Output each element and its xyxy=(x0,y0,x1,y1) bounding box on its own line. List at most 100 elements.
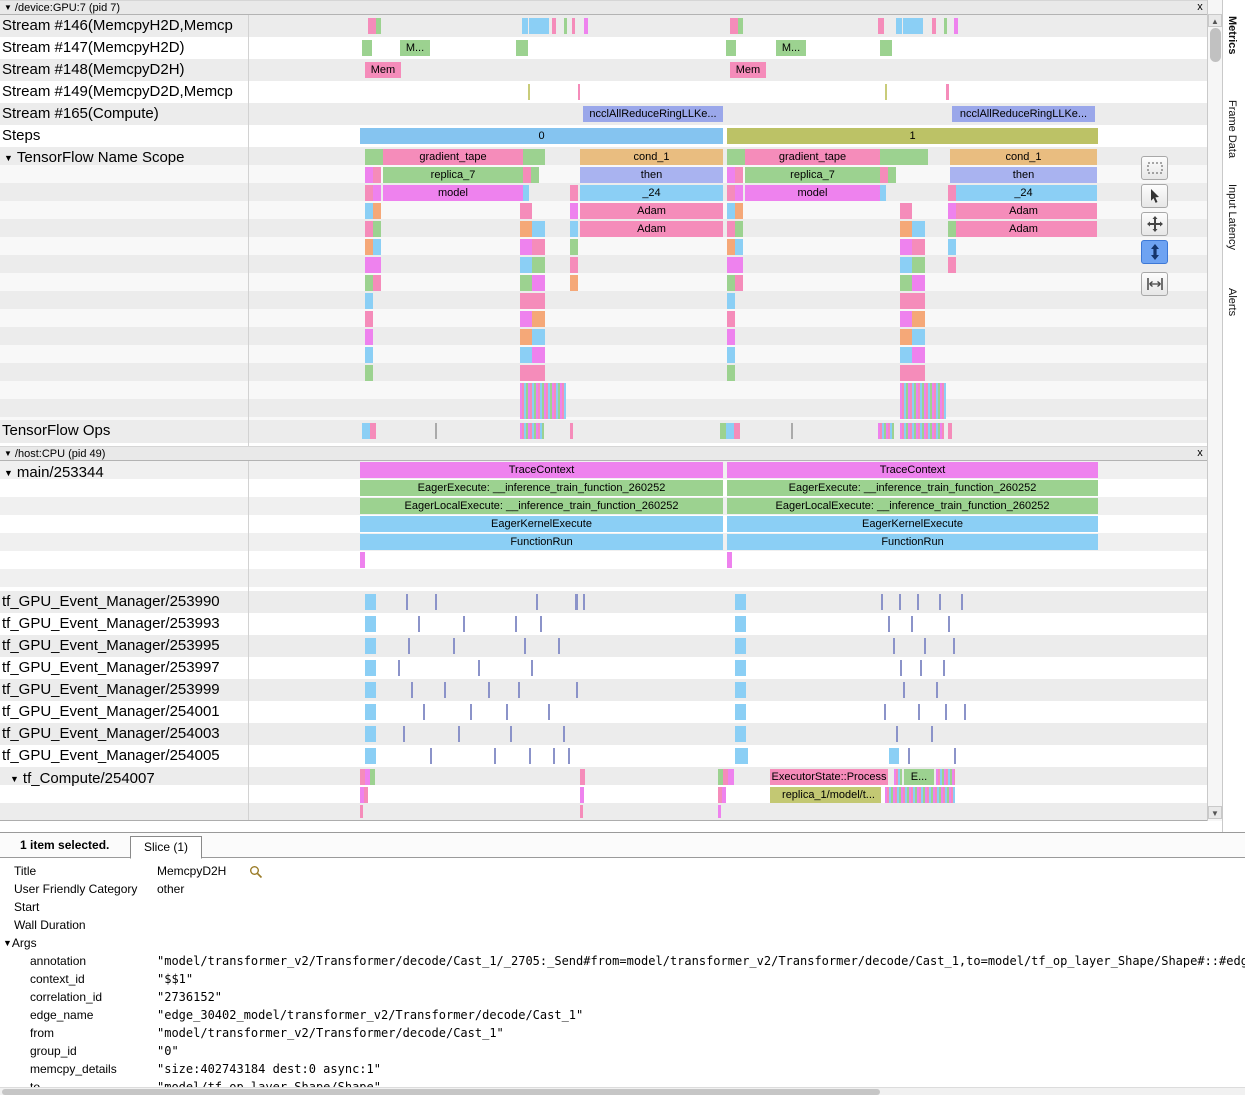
trace-slice-small[interactable] xyxy=(373,275,381,291)
trace-slice-small[interactable] xyxy=(964,704,966,720)
trace-slice-small[interactable] xyxy=(365,329,373,345)
trace-slice[interactable]: model xyxy=(383,185,523,201)
trace-slice[interactable]: then xyxy=(580,167,723,183)
trace-slice-small[interactable] xyxy=(578,84,580,100)
trace-slice-small[interactable] xyxy=(568,748,570,764)
timeline-canvas[interactable]: M...M...MemMemncclAllReduceRingLLKe...nc… xyxy=(248,0,1210,822)
trace-slice-small[interactable] xyxy=(365,682,376,698)
trace-slice[interactable]: Mem xyxy=(730,62,766,78)
scroll-up-icon[interactable]: ▲ xyxy=(1208,14,1222,27)
trace-slice-small[interactable] xyxy=(365,365,373,381)
trace-slice-small[interactable] xyxy=(900,293,912,309)
trace-slice[interactable]: EagerKernelExecute xyxy=(727,516,1098,532)
pan-tool-button[interactable] xyxy=(1141,212,1168,236)
trace-slice-small[interactable] xyxy=(510,726,512,742)
trace-slice-small[interactable] xyxy=(411,682,413,698)
timeline-vertical-scrollbar[interactable]: ▲ ▼ xyxy=(1207,0,1222,821)
trace-slice-small[interactable] xyxy=(435,423,437,439)
trace-slice-small[interactable] xyxy=(888,167,896,183)
tab-alerts[interactable]: Alerts xyxy=(1226,288,1238,316)
row-label-stream-149[interactable]: Stream #149(MemcpyD2D,Memcp xyxy=(2,81,244,103)
trace-slice-small[interactable] xyxy=(520,257,532,273)
trace-slice-small[interactable] xyxy=(948,423,952,439)
trace-slice[interactable]: TraceContext xyxy=(360,462,723,478)
trace-slice-small[interactable] xyxy=(365,185,373,201)
trace-slice-small[interactable] xyxy=(936,682,938,698)
trace-slice-small[interactable] xyxy=(520,293,532,309)
trace-slice-small[interactable] xyxy=(912,275,925,291)
trace-slice-small[interactable] xyxy=(948,221,956,237)
trace-slice-small[interactable] xyxy=(370,769,375,785)
collapse-icon[interactable]: ▼ xyxy=(4,3,12,12)
trace-slice[interactable]: EagerLocalExecute: __inference_train_fun… xyxy=(360,498,723,514)
trace-slice-small[interactable] xyxy=(735,660,746,676)
horizontal-scrollbar[interactable] xyxy=(0,1087,1245,1095)
trace-slice-small[interactable] xyxy=(727,293,735,309)
collapse-icon[interactable]: ▼ xyxy=(4,449,12,458)
trace-slice-small[interactable] xyxy=(727,365,735,381)
trace-slice[interactable]: M... xyxy=(400,40,430,56)
collapse-icon[interactable]: ▼ xyxy=(10,774,19,784)
trace-slice[interactable]: replica_7 xyxy=(383,167,523,183)
trace-slice-small[interactable] xyxy=(520,423,544,439)
trace-slice-small[interactable] xyxy=(730,18,738,34)
trace-slice-small[interactable] xyxy=(912,239,925,255)
trace-slice-small[interactable] xyxy=(735,275,743,291)
trace-slice-small[interactable] xyxy=(932,18,936,34)
trace-slice-small[interactable] xyxy=(912,311,925,327)
trace-slice-small[interactable] xyxy=(899,594,901,610)
trace-slice-small[interactable] xyxy=(880,149,928,165)
trace-slice-small[interactable] xyxy=(726,40,736,56)
trace-slice-small[interactable] xyxy=(900,365,912,381)
trace-slice-small[interactable] xyxy=(506,704,508,720)
trace-slice-small[interactable] xyxy=(580,787,584,803)
row-label-event-manager-254001[interactable]: tf_GPU_Event_Manager/254001 xyxy=(2,701,244,723)
trace-slice-small[interactable] xyxy=(494,748,496,764)
tab-slice[interactable]: Slice (1) xyxy=(130,836,202,859)
trace-slice-small[interactable] xyxy=(727,239,735,255)
trace-slice-small[interactable] xyxy=(570,185,578,201)
trace-slice-small[interactable] xyxy=(520,401,566,419)
trace-slice-small[interactable] xyxy=(423,704,425,720)
trace-slice-small[interactable] xyxy=(900,203,912,219)
trace-slice-small[interactable] xyxy=(528,84,530,100)
trace-slice-small[interactable] xyxy=(900,383,946,401)
trace-slice[interactable]: ExecutorState::Process xyxy=(770,769,888,785)
trace-slice[interactable]: then xyxy=(950,167,1097,183)
trace-slice-small[interactable] xyxy=(365,748,376,764)
trace-slice-small[interactable] xyxy=(912,257,925,273)
trace-slice-small[interactable] xyxy=(523,185,529,201)
trace-slice-small[interactable] xyxy=(515,616,517,632)
row-label-event-manager-253990[interactable]: tf_GPU_Event_Manager/253990 xyxy=(2,591,244,613)
trace-slice[interactable]: ncclAllReduceRingLLKe... xyxy=(583,106,723,122)
trace-slice-small[interactable] xyxy=(488,682,490,698)
trace-slice-small[interactable] xyxy=(900,239,912,255)
trace-slice-small[interactable] xyxy=(365,167,373,183)
trace-slice-small[interactable] xyxy=(735,704,746,720)
trace-slice-small[interactable] xyxy=(893,638,895,654)
trace-slice-small[interactable] xyxy=(580,805,583,818)
trace-slice-small[interactable] xyxy=(735,257,743,273)
trace-slice-small[interactable] xyxy=(532,257,545,273)
trace-slice[interactable]: EagerLocalExecute: __inference_train_fun… xyxy=(727,498,1098,514)
trace-slice-small[interactable] xyxy=(735,167,743,183)
trace-slice-small[interactable] xyxy=(900,347,912,363)
trace-slice-small[interactable] xyxy=(365,275,373,291)
trace-slice-small[interactable] xyxy=(444,682,446,698)
trace-slice-small[interactable] xyxy=(570,239,578,255)
trace-slice-small[interactable] xyxy=(536,594,538,610)
trace-slice-small[interactable] xyxy=(735,185,743,201)
trace-slice-small[interactable] xyxy=(734,423,740,439)
row-label-stream-147[interactable]: Stream #147(MemcpyH2D) xyxy=(2,37,244,59)
trace-slice-small[interactable] xyxy=(523,149,545,165)
trace-slice-small[interactable] xyxy=(726,423,734,439)
trace-slice-small[interactable] xyxy=(365,638,376,654)
trace-slice[interactable]: E... xyxy=(904,769,934,785)
trace-slice-small[interactable] xyxy=(924,638,926,654)
trace-slice-small[interactable] xyxy=(520,329,532,345)
tab-frame-data[interactable]: Frame Data xyxy=(1226,100,1238,158)
trace-slice-small[interactable] xyxy=(931,726,933,742)
trace-slice[interactable]: _24 xyxy=(580,185,723,201)
trace-slice-small[interactable] xyxy=(727,185,735,201)
trace-slice-small[interactable] xyxy=(900,275,912,291)
